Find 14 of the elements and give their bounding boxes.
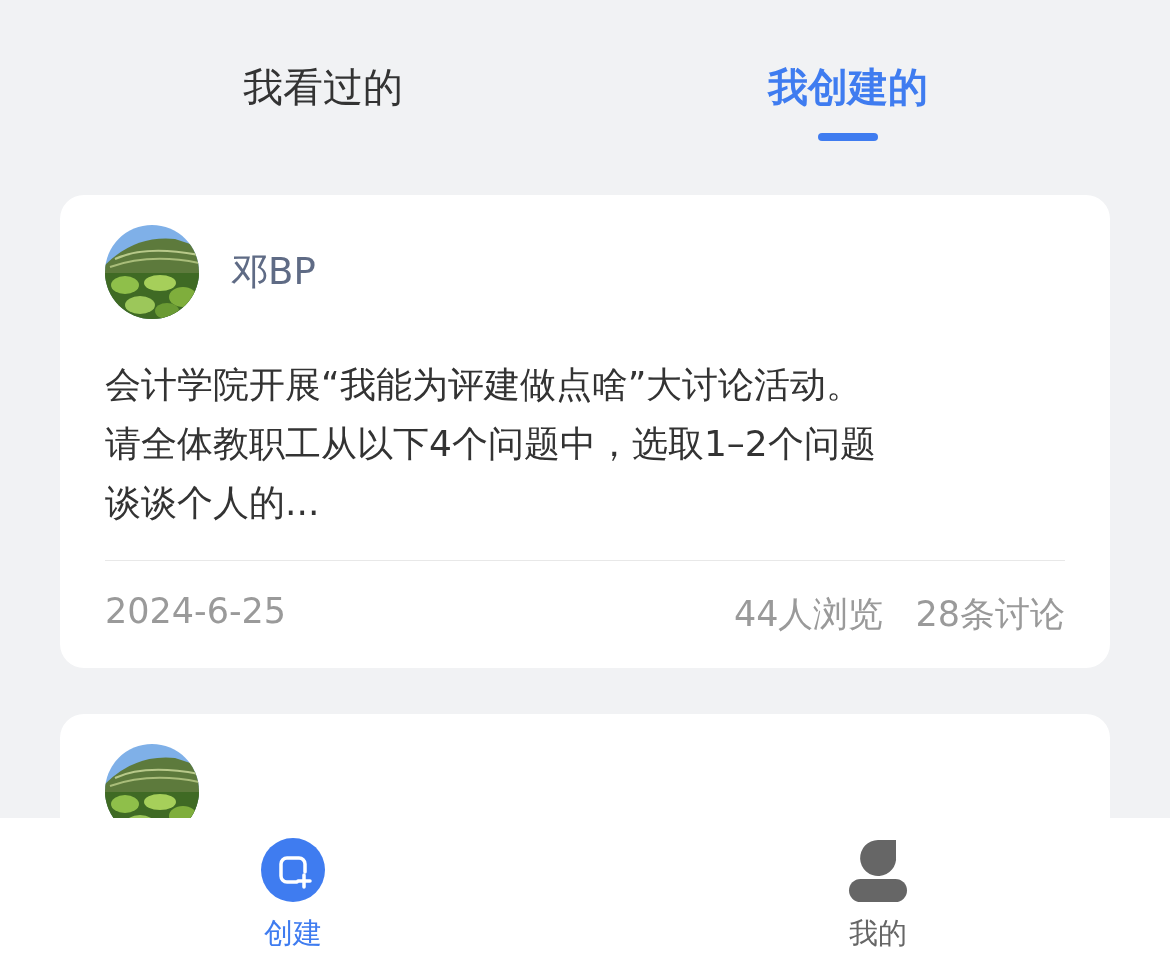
create-icon (260, 838, 325, 902)
view-count: 44人浏览 (733, 593, 884, 636)
author-name: 邓BP (231, 249, 316, 295)
post-date: 2024-6-25 (105, 591, 287, 633)
post-text: 会计学院开展“我能为评建做点啥”大讨论活动。 (105, 363, 864, 407)
post-text: 请全体教职工从以下4个问题中，选取1–2个问题 (105, 422, 877, 466)
tab[interactable]: 我创建的 (585, 0, 1110, 195)
post-card[interactable]: 邓BP 会计学院开展“我能为评建做点啥”大讨论活动。 请全体教职工从以下4个问题中，选取1–2个问题 谈谈个人的... 2024-6-25 44人浏览 28条讨论 (60, 195, 1110, 668)
tab[interactable]: 我看过的 (60, 0, 585, 195)
discussion-count: 28条讨论 (915, 593, 1065, 636)
tab-underline (817, 133, 878, 141)
nav-item[interactable]: 创建 (0, 818, 585, 965)
nav-item[interactable]: 我的 (585, 818, 1170, 965)
post-text: 谈谈个人的... (105, 481, 321, 525)
